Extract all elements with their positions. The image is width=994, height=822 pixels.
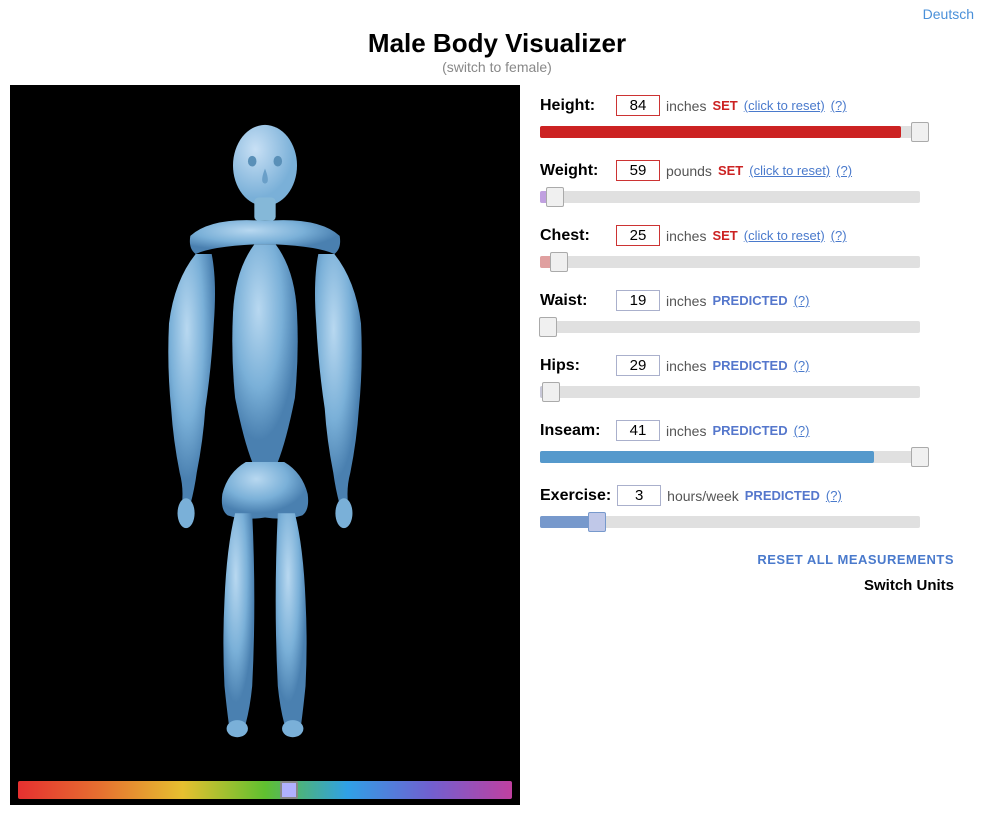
- weight-status: SET: [718, 163, 743, 178]
- waist-slider-thumb[interactable]: [539, 317, 557, 337]
- height-slider-track[interactable]: [540, 126, 920, 138]
- height-slider-fill: [540, 126, 901, 138]
- exercise-input[interactable]: [617, 485, 661, 506]
- language-link[interactable]: Deutsch: [923, 6, 974, 22]
- chest-input[interactable]: [616, 225, 660, 246]
- inseam-label: Inseam:: [540, 422, 610, 440]
- height-help-link[interactable]: (?): [831, 98, 847, 113]
- chest-slider-thumb[interactable]: [550, 252, 568, 272]
- main-layout: Height: inches SET (click to reset) (?) …: [0, 85, 994, 805]
- chest-reset-link[interactable]: (click to reset): [744, 228, 825, 243]
- waist-label: Waist:: [540, 292, 610, 310]
- height-row: Height: inches SET (click to reset) (?): [540, 95, 964, 142]
- hips-row: Hips: inches PREDICTED (?): [540, 355, 964, 402]
- body-svg: [125, 110, 405, 750]
- exercise-help-link[interactable]: (?): [826, 488, 842, 503]
- waist-status: PREDICTED: [712, 293, 787, 308]
- waist-input[interactable]: [616, 290, 660, 311]
- height-label: Height:: [540, 97, 610, 115]
- controls-panel: Height: inches SET (click to reset) (?) …: [520, 85, 984, 805]
- hips-slider-container[interactable]: [540, 382, 964, 402]
- inseam-unit: inches: [666, 423, 706, 439]
- hips-help-link[interactable]: (?): [794, 358, 810, 373]
- switch-units-button[interactable]: Switch Units: [540, 577, 954, 594]
- inseam-slider-container[interactable]: [540, 447, 964, 467]
- height-reset-link[interactable]: (click to reset): [744, 98, 825, 113]
- color-bar[interactable]: [10, 775, 520, 805]
- chest-slider-track[interactable]: [540, 256, 920, 268]
- waist-help-link[interactable]: (?): [794, 293, 810, 308]
- height-status: SET: [712, 98, 737, 113]
- weight-reset-link[interactable]: (click to reset): [749, 163, 830, 178]
- waist-unit: inches: [666, 293, 706, 309]
- weight-slider-thumb[interactable]: [546, 187, 564, 207]
- color-gradient: [18, 781, 512, 799]
- chest-slider-container[interactable]: [540, 252, 964, 272]
- hips-input[interactable]: [616, 355, 660, 376]
- waist-row: Waist: inches PREDICTED (?): [540, 290, 964, 337]
- body-visualizer: [10, 85, 520, 805]
- waist-slider-container[interactable]: [540, 317, 964, 337]
- weight-row: Weight: pounds SET (click to reset) (?): [540, 160, 964, 207]
- inseam-help-link[interactable]: (?): [794, 423, 810, 438]
- bottom-actions: RESET ALL MEASUREMENTS Switch Units: [540, 552, 964, 594]
- exercise-label: Exercise:: [540, 487, 611, 505]
- page-title: Male Body Visualizer: [0, 28, 994, 59]
- exercise-slider-container[interactable]: [540, 512, 964, 532]
- exercise-slider-thumb[interactable]: [588, 512, 606, 532]
- color-thumb[interactable]: [280, 781, 298, 799]
- weight-input[interactable]: [616, 160, 660, 181]
- switch-gender-link[interactable]: (switch to female): [442, 59, 552, 75]
- height-unit: inches: [666, 98, 706, 114]
- exercise-slider-track[interactable]: [540, 516, 920, 528]
- chest-help-link[interactable]: (?): [831, 228, 847, 243]
- chest-status: SET: [712, 228, 737, 243]
- hips-label: Hips:: [540, 357, 610, 375]
- height-slider-thumb[interactable]: [911, 122, 929, 142]
- exercise-status: PREDICTED: [745, 488, 820, 503]
- inseam-slider-thumb[interactable]: [911, 447, 929, 467]
- inseam-input[interactable]: [616, 420, 660, 441]
- inseam-slider-fill: [540, 451, 874, 463]
- hips-unit: inches: [666, 358, 706, 374]
- weight-slider-track[interactable]: [540, 191, 920, 203]
- weight-slider-container[interactable]: [540, 187, 964, 207]
- hips-slider-thumb[interactable]: [542, 382, 560, 402]
- waist-slider-track[interactable]: [540, 321, 920, 333]
- hips-status: PREDICTED: [712, 358, 787, 373]
- inseam-row: Inseam: inches PREDICTED (?): [540, 420, 964, 467]
- reset-all-button[interactable]: RESET ALL MEASUREMENTS: [540, 552, 954, 567]
- height-slider-container[interactable]: [540, 122, 964, 142]
- chest-label: Chest:: [540, 227, 610, 245]
- page-title-section: Male Body Visualizer (switch to female): [0, 28, 994, 75]
- weight-help-link[interactable]: (?): [836, 163, 852, 178]
- inseam-slider-track[interactable]: [540, 451, 920, 463]
- hips-slider-track[interactable]: [540, 386, 920, 398]
- body-figure: [10, 85, 520, 775]
- exercise-unit: hours/week: [667, 488, 739, 504]
- weight-label: Weight:: [540, 162, 610, 180]
- inseam-status: PREDICTED: [712, 423, 787, 438]
- exercise-row: Exercise: hours/week PREDICTED (?): [540, 485, 964, 532]
- chest-unit: inches: [666, 228, 706, 244]
- chest-row: Chest: inches SET (click to reset) (?): [540, 225, 964, 272]
- weight-unit: pounds: [666, 163, 712, 179]
- height-input[interactable]: [616, 95, 660, 116]
